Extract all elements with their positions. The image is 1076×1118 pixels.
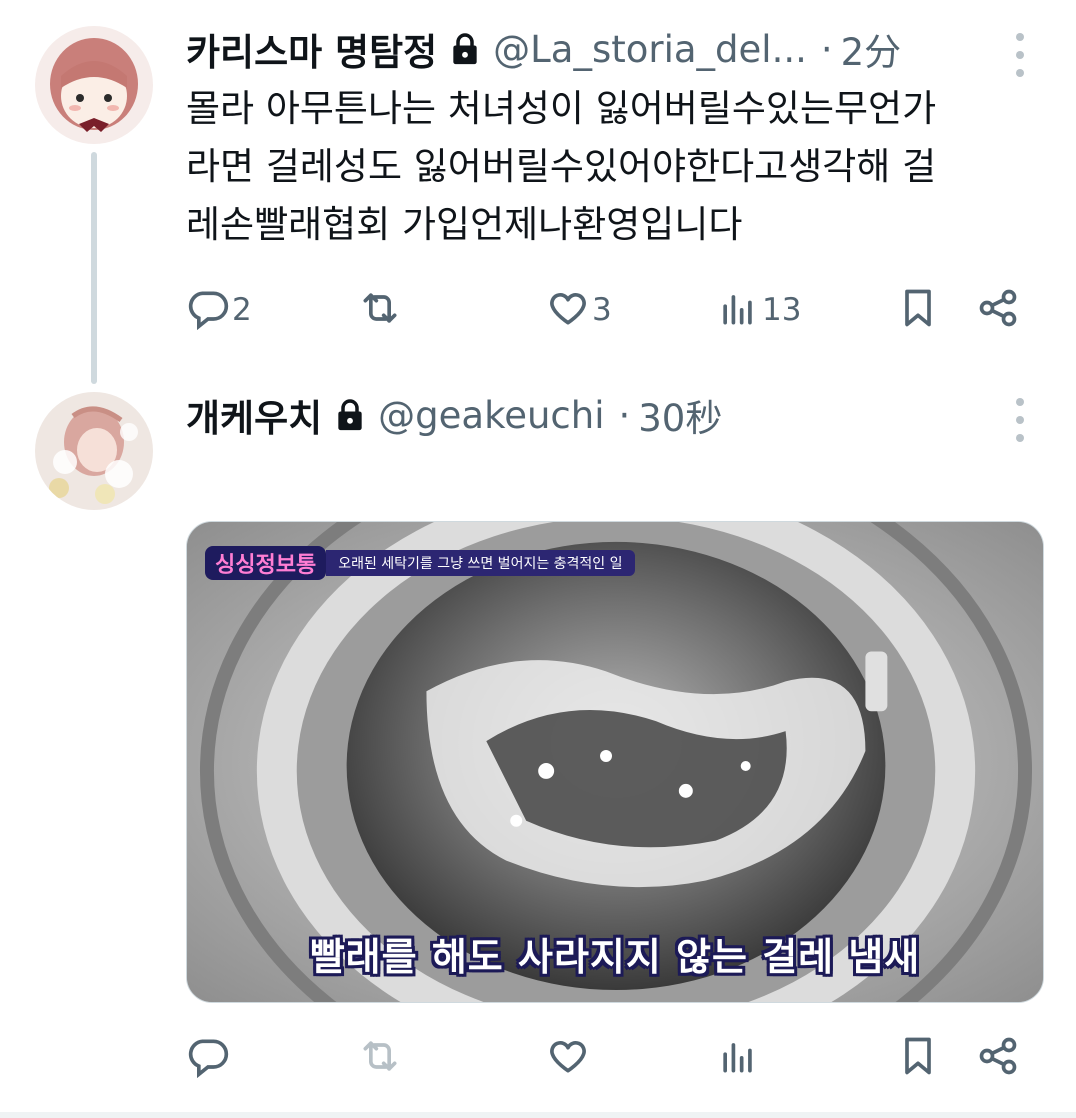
badge-subtitle: 오래된 세탁기를 그냥 쓰면 벌어지는 충격적인 일 bbox=[326, 550, 635, 576]
more-options-icon[interactable] bbox=[1010, 398, 1030, 442]
views-button[interactable] bbox=[716, 1033, 762, 1083]
share-icon bbox=[976, 286, 1020, 334]
views-button[interactable]: 13 bbox=[716, 285, 801, 335]
tweet2-media-image[interactable]: 싱싱정보통 오래된 세탁기를 그냥 쓰면 벌어지는 충격적인 일 빨래를 해도 … bbox=[186, 521, 1044, 1003]
reply-icon bbox=[186, 286, 230, 334]
share-button[interactable] bbox=[976, 285, 1020, 335]
badge-brand: 싱싱정보통 bbox=[205, 546, 327, 580]
avatar-tweet2[interactable] bbox=[35, 392, 153, 510]
more-options-icon[interactable] bbox=[1010, 33, 1030, 77]
separator-dot: · bbox=[820, 27, 833, 71]
tweet1-text: 몰라 아무튼나는 처녀성이 잃어버릴수있는무언가 라면 걸레성도 잃어버릴수있어… bbox=[186, 80, 1056, 254]
display-name[interactable]: 개케우치 bbox=[186, 388, 322, 442]
reply-button[interactable]: 2 bbox=[186, 285, 252, 335]
like-count: 3 bbox=[592, 292, 612, 328]
retweet-icon bbox=[358, 286, 402, 334]
share-icon bbox=[976, 1034, 1020, 1082]
thread-connector-line bbox=[91, 152, 97, 384]
heart-icon bbox=[546, 1034, 590, 1082]
share-button[interactable] bbox=[976, 1033, 1020, 1083]
reply-button[interactable] bbox=[186, 1033, 232, 1083]
user-handle[interactable]: @La_storia_del... bbox=[493, 28, 807, 71]
like-button[interactable]: 3 bbox=[546, 285, 612, 335]
tweet1-action-bar: 2 3 13 bbox=[186, 285, 1036, 335]
bookmark-icon bbox=[896, 286, 940, 334]
retweet-button[interactable] bbox=[358, 285, 404, 335]
lock-icon bbox=[336, 398, 364, 432]
bookmark-button[interactable] bbox=[896, 285, 940, 335]
timestamp[interactable]: 2分 bbox=[841, 22, 902, 76]
tweet-text-line: 라면 걸레성도 잃어버릴수있어야한다고생각해 걸 bbox=[186, 145, 937, 188]
avatar-tweet1[interactable] bbox=[35, 26, 153, 144]
tweet-text-line: 레손빨래협회 가입언제나환영입니다 bbox=[186, 203, 743, 246]
video-badge: 싱싱정보통 오래된 세탁기를 그냥 쓰면 벌어지는 충격적인 일 bbox=[205, 544, 635, 582]
lock-icon bbox=[451, 32, 479, 66]
retweet-button[interactable] bbox=[358, 1033, 404, 1083]
tweet2-action-bar bbox=[186, 1033, 1036, 1083]
user-handle[interactable]: @geakeuchi bbox=[378, 394, 604, 437]
views-icon bbox=[716, 1034, 760, 1082]
views-icon bbox=[716, 286, 760, 334]
tweet1-header: 카리스마 명탐정 @La_storia_del... · 2分 bbox=[186, 22, 901, 76]
display-name[interactable]: 카리스마 명탐정 bbox=[186, 22, 437, 76]
like-button[interactable] bbox=[546, 1033, 592, 1083]
bottom-divider bbox=[0, 1112, 1076, 1118]
timestamp[interactable]: 30秒 bbox=[638, 388, 722, 442]
bookmark-button[interactable] bbox=[896, 1033, 940, 1083]
bookmark-icon bbox=[896, 1034, 940, 1082]
heart-icon bbox=[546, 286, 590, 334]
reply-icon bbox=[186, 1034, 230, 1082]
image-caption: 빨래를 해도 사라지지 않는 걸레 냄새 bbox=[309, 935, 921, 979]
tweet2-header: 개케우치 @geakeuchi · 30秒 bbox=[186, 388, 722, 442]
separator-dot: · bbox=[618, 393, 631, 437]
retweet-icon bbox=[358, 1034, 402, 1082]
reply-count: 2 bbox=[232, 292, 252, 328]
views-count: 13 bbox=[762, 292, 802, 328]
tweet-text-line: 몰라 아무튼나는 처녀성이 잃어버릴수있는무언가 bbox=[186, 87, 937, 130]
